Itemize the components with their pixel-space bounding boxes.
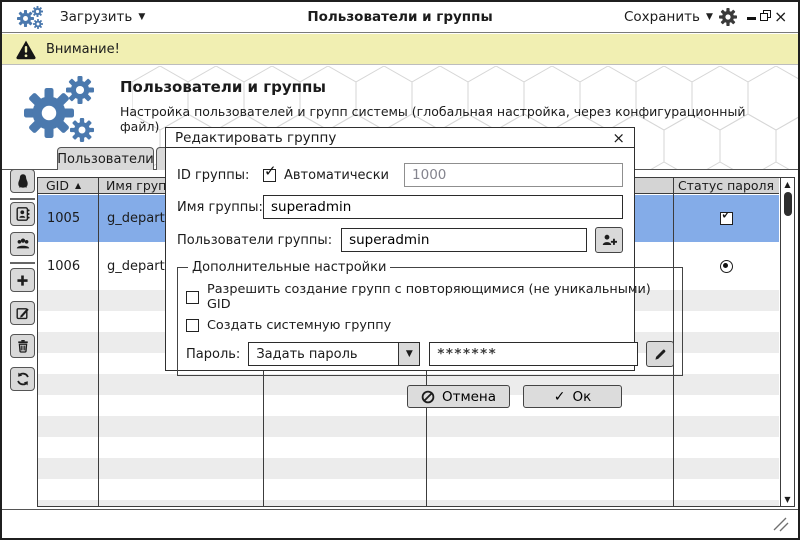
group-id-label: ID группы:: [177, 167, 250, 183]
toolbar-edit-button[interactable]: [10, 301, 35, 325]
status-bar: [2, 509, 798, 538]
dialog-body: ID группы: ✓ Автоматически Имя группы: П…: [166, 148, 684, 408]
save-menu-button[interactable]: Сохранить ▼: [624, 2, 713, 32]
check-icon: ✓: [553, 388, 566, 405]
check-icon: ✓: [264, 161, 277, 180]
advanced-settings-fieldset: Дополнительные настройки Разрешить созда…: [177, 260, 684, 376]
toolbar-add-button[interactable]: [10, 268, 35, 292]
edit-password-button[interactable]: [646, 341, 675, 367]
user-group-icon: [16, 238, 29, 249]
sort-asc-icon: ▲: [75, 181, 82, 190]
password-mode-value: Задать пароль: [256, 346, 358, 362]
pencil-icon: [655, 349, 666, 360]
user-plus-icon: [602, 234, 617, 245]
toolbar-groups-button[interactable]: [10, 232, 35, 256]
password-input[interactable]: [429, 342, 639, 366]
resize-grip[interactable]: [773, 517, 789, 532]
group-name-label: Имя группы:: [177, 199, 263, 215]
group-users-row: Пользователи группы:: [177, 227, 623, 253]
refresh-icon: [16, 372, 29, 386]
column-divider: [98, 178, 99, 506]
app-window: Загрузить ▼ Пользователи и группы Сохран…: [0, 0, 800, 540]
duplicate-gid-label: Разрешить создание групп с повторяющимис…: [207, 282, 651, 312]
scroll-up-icon[interactable]: ▲: [781, 180, 794, 189]
auto-id-label: Автоматически: [284, 167, 390, 183]
cell-gid: 1006: [47, 258, 81, 274]
dialog-title: Редактировать группу: [175, 129, 337, 146]
settings-gear-icon[interactable]: [719, 8, 737, 26]
edit-group-dialog: Редактировать группу × ID группы: ✓ Авто…: [165, 127, 684, 408]
password-status-checkbox-checked[interactable]: ✓: [719, 212, 734, 225]
warning-triangle-icon: [16, 40, 36, 59]
password-status-radio-on[interactable]: [719, 259, 733, 273]
system-group-row: Создать системную группу: [186, 318, 674, 333]
scroll-down-icon[interactable]: ▼: [781, 495, 794, 504]
cancel-label: Отмена: [441, 388, 497, 405]
toolbar-delete-button[interactable]: [10, 334, 35, 358]
vertical-scrollbar[interactable]: ▲ ▼: [780, 178, 794, 506]
column-header-password-status[interactable]: Статус пароля: [673, 178, 779, 193]
ok-button[interactable]: ✓ Ок: [523, 385, 622, 408]
warning-text: Внимание!: [46, 41, 120, 57]
cell-gid: 1005: [47, 211, 81, 226]
toolbar-address-book-button[interactable]: [10, 202, 35, 226]
column-header-gid[interactable]: GID ▲: [38, 178, 98, 193]
duplicate-gid-row: Разрешить создание групп с повторяющимис…: [186, 282, 674, 312]
save-menu-label: Сохранить: [624, 9, 700, 25]
add-user-to-group-button[interactable]: [595, 227, 623, 253]
page-title: Пользователи и группы: [120, 78, 326, 96]
group-id-input[interactable]: [404, 163, 623, 187]
duplicate-gid-checkbox[interactable]: [186, 290, 199, 304]
check-icon: ✓: [720, 212, 734, 223]
page-gears-logo-icon: [24, 76, 94, 142]
titlebar: Загрузить ▼ Пользователи и группы Сохран…: [2, 2, 798, 33]
toolbar-separator: [10, 262, 35, 264]
dialog-titlebar: Редактировать группу ×: [166, 128, 634, 148]
group-users-label: Пользователи группы:: [177, 232, 333, 248]
warning-banner: Внимание!: [2, 34, 798, 65]
toolbar-separator: [10, 198, 35, 200]
scrollbar-thumb[interactable]: [783, 192, 792, 216]
group-name-input[interactable]: [263, 195, 623, 219]
password-mode-select[interactable]: Задать пароль ▼: [248, 342, 421, 366]
close-window-button[interactable]: ×: [774, 7, 787, 27]
minimize-button[interactable]: [747, 17, 756, 20]
group-users-input[interactable]: [341, 228, 587, 252]
group-name-row: Имя группы:: [177, 195, 623, 219]
tab-users[interactable]: Пользователи: [57, 147, 154, 170]
toolbar-refresh-button[interactable]: [10, 367, 35, 391]
cancel-circle-slash-icon: [421, 390, 435, 403]
system-group-label: Создать системную группу: [207, 318, 392, 333]
ok-label: Ок: [572, 388, 592, 405]
maximize-button[interactable]: [760, 10, 772, 22]
trash-icon: [17, 340, 28, 353]
password-label: Пароль:: [186, 346, 241, 362]
cancel-button[interactable]: Отмена: [407, 385, 510, 408]
auto-id-checkbox-checked[interactable]: ✓: [263, 162, 277, 182]
toolbar-users-button[interactable]: [10, 169, 35, 193]
address-book-icon: [16, 207, 30, 221]
dialog-buttons-row: Отмена ✓ Ок: [177, 385, 623, 408]
dialog-close-button[interactable]: ×: [612, 129, 625, 147]
plus-icon: [17, 274, 28, 286]
edit-pencil-icon: [16, 308, 29, 320]
password-row: Пароль: Задать пароль ▼: [186, 341, 675, 367]
advanced-settings-legend: Дополнительные настройки: [192, 260, 387, 275]
group-id-row: ID группы: ✓ Автоматически: [177, 162, 623, 187]
penguin-icon: [17, 174, 28, 188]
system-group-checkbox[interactable]: [186, 319, 199, 332]
chevron-down-icon: ▼: [398, 343, 420, 365]
chevron-down-icon: ▼: [705, 12, 713, 22]
